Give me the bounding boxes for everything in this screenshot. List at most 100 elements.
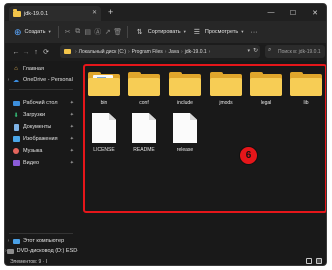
chevron-right-icon: › (208, 48, 211, 55)
sidebar-item-home[interactable]: ⌂ Главная (5, 64, 77, 74)
create-button[interactable]: ⊕ Создать ▾ (11, 24, 54, 40)
annotation-highlight (83, 64, 326, 213)
chevron-down-icon: ▾ (183, 29, 186, 34)
sidebar-item-onedrive[interactable]: › ☁ OneDrive - Personal (5, 75, 77, 85)
view-switcher (306, 258, 322, 264)
search-icon: ⌕ (268, 47, 272, 53)
sidebar-item-label: DVD-дисковод (D:) ESD-I (16, 248, 81, 254)
item-count: Элементов: 9 · I (10, 258, 48, 265)
maximize-button[interactable]: ☐ (282, 4, 304, 21)
sidebar-item-label: Изображения (23, 136, 58, 142)
chevron-right-icon: › (164, 48, 167, 55)
title-bar: jdk-19.0.1 ✕ + — ☐ ✕ (5, 4, 326, 21)
delete-icon[interactable]: 🗑 (113, 28, 123, 36)
sidebar-item-videos[interactable]: Видео ✦ (5, 158, 77, 168)
video-icon (12, 160, 20, 167)
home-icon: ⌂ (14, 66, 18, 72)
document-icon (12, 123, 20, 131)
divider (9, 89, 73, 90)
window-controls: — ☐ ✕ (260, 4, 326, 21)
chevron-down-icon: ▾ (241, 29, 244, 34)
pin-icon: ✦ (69, 160, 74, 166)
address-bar[interactable]: › Локальный диск (C:) › Program Files › … (60, 45, 260, 58)
chevron-right-icon: › (75, 48, 77, 55)
divider (57, 26, 59, 38)
sidebar-item-label: OneDrive - Personal (23, 77, 73, 83)
picture-icon (12, 136, 20, 143)
pin-icon: ✦ (69, 148, 74, 154)
refresh-icon[interactable]: ⟳ (41, 48, 51, 56)
sidebar-item-desktop[interactable]: Рабочий стол ✦ (5, 98, 77, 108)
sidebar-item-label: Рабочий стол (23, 100, 58, 106)
rename-icon[interactable]: Ⓐ (93, 27, 103, 37)
tiles-view-icon[interactable] (316, 258, 322, 264)
sidebar-item-label: Музыка (23, 148, 43, 154)
computer-icon (12, 238, 20, 245)
breadcrumb-item[interactable]: jdk-19.0.1 (185, 49, 207, 55)
breadcrumb-item[interactable]: Program Files (132, 49, 163, 55)
folder-icon (64, 49, 71, 54)
view-button[interactable]: ☰ Просмотреть ▾ (189, 24, 247, 40)
refresh-icon[interactable]: ↻ (253, 47, 258, 54)
explorer-window: jdk-19.0.1 ✕ + — ☐ ✕ ⊕ Создать ▾ ✂ ⧉ ▤ Ⓐ… (4, 3, 327, 266)
view-icon: ☰ (193, 29, 200, 36)
navigation-pane: ⌂ Главная › ☁ OneDrive - Personal Рабочи… (5, 61, 81, 256)
back-arrow-icon[interactable]: ← (11, 49, 21, 56)
minimize-button[interactable]: — (260, 4, 282, 21)
download-icon: ⬇ (13, 112, 19, 119)
sort-icon: ⇅ (136, 29, 143, 36)
status-bar: Элементов: 9 · I (5, 256, 326, 265)
desktop-icon (12, 100, 20, 107)
sidebar-item-pictures[interactable]: Изображения ✦ (5, 134, 77, 144)
sidebar-item-downloads[interactable]: ⬇ Загрузки ✦ (5, 110, 77, 120)
pin-icon: ✦ (69, 136, 74, 142)
search-input[interactable]: ⌕ Поиск в: jdk-19.0.1 (265, 45, 325, 58)
view-label: Просмотреть (204, 29, 239, 35)
cut-icon[interactable]: ✂ (63, 28, 73, 36)
more-options-button[interactable]: ··· (251, 29, 258, 36)
forward-arrow-icon[interactable]: → (21, 49, 31, 56)
sidebar-item-label: Загрузки (23, 112, 46, 118)
create-label: Создать (24, 29, 46, 35)
pin-icon: ✦ (69, 124, 74, 130)
sidebar-item-label: Документы (23, 124, 52, 130)
file-list: bin conf include jmods legal lib LICENSE (78, 61, 326, 256)
close-button[interactable]: ✕ (304, 4, 326, 21)
up-arrow-icon[interactable]: ↑ (31, 49, 41, 56)
chevron-down-icon[interactable]: ▾ (247, 48, 250, 54)
new-tab-button[interactable]: + (108, 7, 113, 17)
sidebar-item-label: Этот компьютер (23, 238, 65, 244)
breadcrumb-item[interactable]: Java (168, 49, 179, 55)
sort-label: Сортировать (147, 29, 181, 35)
sidebar-item-this-pc[interactable]: › Этот компьютер (5, 236, 77, 246)
folder-icon (13, 9, 21, 17)
command-bar: ⊕ Создать ▾ ✂ ⧉ ▤ Ⓐ ↗ 🗑 ⇅ Сортировать ▾ … (5, 21, 326, 43)
pin-icon: ✦ (69, 112, 74, 118)
paste-icon[interactable]: ▤ (83, 28, 93, 36)
sidebar-item-label: Главная (23, 66, 44, 72)
sidebar-item-dvd[interactable]: › DVD-дисковод (D:) ESD-I (5, 246, 81, 256)
chevron-right-icon: › (181, 48, 183, 55)
chevron-right-icon: › (128, 48, 130, 55)
cloud-icon: ☁ (13, 77, 19, 84)
tab-jdk[interactable]: jdk-19.0.1 ✕ (9, 6, 101, 21)
search-placeholder: Поиск в: jdk-19.0.1 (278, 48, 321, 55)
details-view-icon[interactable] (306, 258, 312, 264)
sort-button[interactable]: ⇅ Сортировать ▾ (132, 24, 189, 40)
pin-icon: ✦ (69, 100, 74, 106)
dvd-drive-icon (6, 248, 14, 255)
divider (126, 26, 128, 38)
sidebar-item-documents[interactable]: Документы ✦ (5, 122, 77, 132)
copy-icon[interactable]: ⧉ (73, 28, 83, 36)
share-icon[interactable]: ↗ (103, 28, 113, 36)
tab-close-icon[interactable]: ✕ (92, 9, 97, 16)
chevron-right-icon[interactable]: › (5, 238, 12, 244)
tab-title: jdk-19.0.1 (24, 10, 49, 17)
music-icon (12, 148, 20, 155)
chevron-down-icon: ▾ (48, 29, 51, 34)
divider (9, 233, 73, 234)
chevron-right-icon[interactable]: › (5, 77, 12, 83)
sidebar-item-label: Видео (23, 160, 40, 166)
sidebar-item-music[interactable]: Музыка ✦ (5, 146, 77, 156)
breadcrumb-item[interactable]: Локальный диск (C:) (79, 49, 126, 55)
